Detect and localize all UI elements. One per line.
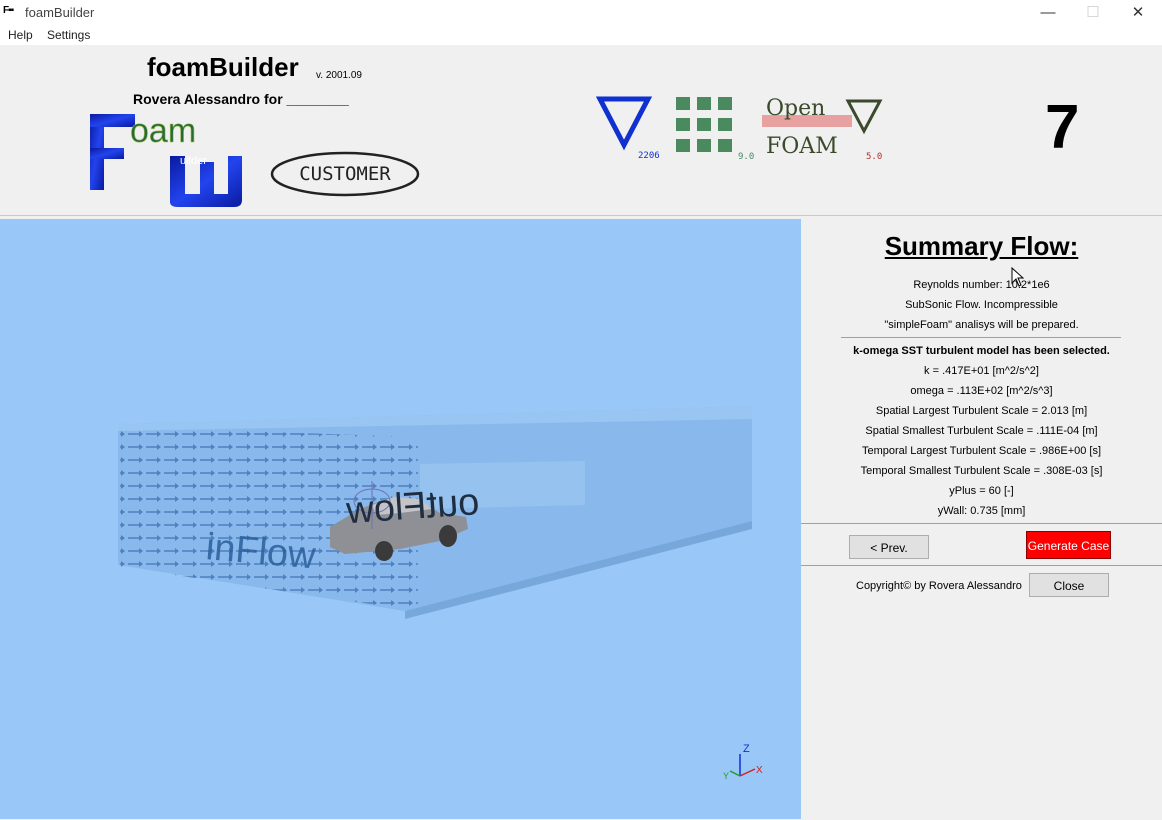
openfoam-com-version: 2206 [638, 151, 660, 161]
logo-foam-text: oam [130, 112, 196, 150]
temporal-smallest-scale: Temporal Smallest Turbulent Scale = .308… [860, 465, 1103, 477]
flow-type: SubSonic Flow. Incompressible [905, 299, 1058, 311]
minimize-button[interactable]: — [1025, 0, 1071, 25]
3d-viewport[interactable]: inFlow outFlow Z X Y [0, 219, 801, 819]
openfoam-com-logo: 2206 [595, 95, 668, 163]
app-version: v. 2001.09 [316, 70, 362, 81]
maximize-button[interactable]: ☐ [1070, 0, 1116, 25]
title-bar [0, 0, 1162, 25]
openfoam-org-version: 5.0 [866, 152, 883, 162]
divider [801, 523, 1162, 524]
divider [801, 565, 1162, 566]
app-name: foamBuilder [147, 52, 299, 82]
author-line: Rovera Alessandro for ________ [133, 91, 349, 107]
summary-panel: Summary Flow: Reynolds number: 10.2*1e6 … [801, 219, 1162, 819]
axis-y-label: Y [723, 771, 729, 781]
openfoam-org-foam: FOAM [766, 134, 838, 159]
divider [841, 337, 1121, 338]
axis-x-label: X [756, 765, 763, 776]
foambuilder-logo: oam uilder [88, 112, 248, 210]
menu-settings[interactable]: Settings [47, 28, 90, 42]
logo-builder-text: uilder [180, 155, 207, 167]
mouse-cursor-icon [1011, 267, 1025, 287]
foam-extend-version: 9.0 [738, 152, 755, 162]
foam-extend-logo: 9.0 [675, 96, 759, 164]
ywall-value: yWall: 0.735 [mm] [937, 505, 1026, 517]
axis-z-label: Z [743, 743, 750, 755]
menu-help[interactable]: Help [8, 28, 33, 42]
openfoam-org-open: Open [766, 96, 825, 121]
close-button[interactable]: Close [1029, 573, 1109, 597]
summary-title: Summary Flow: [884, 231, 1079, 261]
turbulence-model: k-omega SST turbulent model has been sel… [853, 345, 1110, 357]
prev-button[interactable]: < Prev. [849, 535, 929, 559]
axes-triad: Z X Y [723, 743, 763, 781]
solver-note: "simpleFoam" analisys will be prepared. [884, 319, 1079, 331]
menu-bar [0, 25, 1162, 45]
generate-case-button[interactable]: Generate Case [1026, 531, 1111, 559]
customer-text: CUSTOMER [299, 163, 391, 185]
k-value: k = .417E+01 [m^2/s^2] [924, 365, 1039, 377]
spatial-smallest-scale: Spatial Smallest Turbulent Scale = .111E… [865, 425, 1098, 437]
window-title: foamBuilder [25, 5, 95, 20]
reynolds-number: Reynolds number: 10.2*1e6 [913, 279, 1050, 291]
yplus-value: yPlus = 60 [-] [949, 485, 1014, 497]
customer-logo: CUSTOMER [269, 150, 421, 198]
big-number: 7 [1045, 93, 1080, 162]
omega-value: omega = .113E+02 [m^2/s^3] [910, 385, 1053, 397]
app-icon: F▪▪ [3, 5, 14, 16]
copyright-text: Copyright© by Rovera Alessandro [856, 580, 1022, 592]
temporal-largest-scale: Temporal Largest Turbulent Scale = .986E… [861, 445, 1102, 457]
spatial-largest-scale: Spatial Largest Turbulent Scale = 2.013 … [875, 405, 1088, 417]
openfoam-org-logo: Open FOAM 5.0 [762, 93, 887, 165]
close-window-button[interactable]: ✕ [1115, 0, 1161, 25]
